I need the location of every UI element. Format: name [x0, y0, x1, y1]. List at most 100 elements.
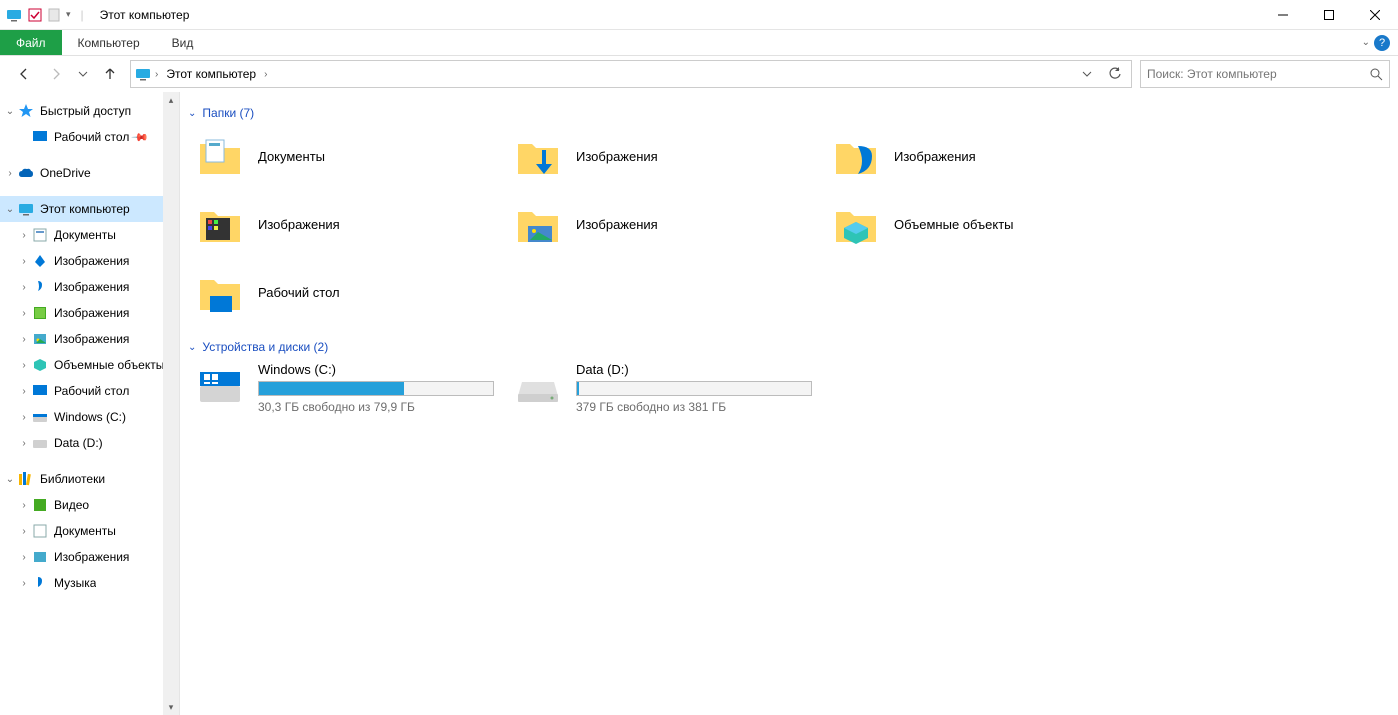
sidebar-thispc-child[interactable]: ›Windows (C:) [0, 404, 179, 430]
scroll-down-icon[interactable]: ▾ [163, 699, 179, 715]
close-button[interactable] [1352, 0, 1398, 30]
star-icon [18, 103, 34, 119]
folder-item[interactable]: Документы [188, 128, 498, 184]
ribbon-expand-icon[interactable]: ⌄ [1362, 37, 1370, 48]
scroll-up-icon[interactable]: ▴ [163, 92, 179, 108]
group-folders-header[interactable]: ⌄ Папки (7) [188, 106, 1398, 120]
drive-status: 379 ГБ свободно из 381 ГБ [576, 400, 812, 414]
chevron-right-icon[interactable]: › [18, 256, 30, 267]
search-input[interactable] [1147, 67, 1369, 81]
drive-name: Data (D:) [576, 362, 812, 377]
sidebar-thispc-child[interactable]: ›Рабочий стол [0, 378, 179, 404]
sidebar-scrollbar[interactable]: ▴ ▾ [163, 92, 179, 715]
chevron-right-icon[interactable]: › [18, 552, 30, 563]
drive-item[interactable]: Windows (C:) 30,3 ГБ свободно из 79,9 ГБ [188, 362, 498, 414]
pin-icon: 📌 [131, 128, 150, 147]
drive-icon [196, 362, 244, 410]
drive-status: 30,3 ГБ свободно из 79,9 ГБ [258, 400, 494, 414]
folder-icon [32, 331, 48, 347]
sidebar-onedrive[interactable]: › OneDrive [0, 160, 179, 186]
minimize-button[interactable] [1260, 0, 1306, 30]
ribbon-tab-computer[interactable]: Компьютер [62, 30, 156, 55]
chevron-right-icon[interactable]: › [18, 308, 30, 319]
breadcrumb-sep-icon[interactable]: › [264, 69, 267, 80]
folder-item[interactable]: Изображения [824, 128, 1134, 184]
chevron-down-icon: ⌄ [188, 342, 196, 353]
chevron-right-icon[interactable]: › [18, 526, 30, 537]
qat-doc-icon[interactable] [48, 8, 60, 22]
drive-name: Windows (C:) [258, 362, 494, 377]
ribbon-tab-view[interactable]: Вид [156, 30, 210, 55]
sidebar-thispc-child[interactable]: ›Data (D:) [0, 430, 179, 456]
chevron-right-icon[interactable]: › [18, 578, 30, 589]
folder-label: Объемные объекты [894, 217, 1014, 232]
sidebar-library-child[interactable]: ›Изображения [0, 544, 179, 570]
folder-item[interactable]: Изображения [506, 196, 816, 252]
help-icon[interactable]: ? [1374, 35, 1390, 51]
sidebar-thispc[interactable]: ⌄ Этот компьютер [0, 196, 179, 222]
folder-item[interactable]: Изображения [506, 128, 816, 184]
chevron-right-icon[interactable]: › [18, 334, 30, 345]
address-dropdown-icon[interactable] [1075, 62, 1099, 86]
library-icon [32, 523, 48, 539]
folder-icon [32, 279, 48, 295]
sidebar-thispc-child[interactable]: ›Изображения [0, 300, 179, 326]
chevron-right-icon[interactable]: › [18, 500, 30, 511]
sidebar-library-child[interactable]: ›Музыка [0, 570, 179, 596]
breadcrumb-root[interactable]: Этот компьютер [162, 67, 260, 81]
folder-large-icon [514, 200, 562, 248]
folder-large-icon [832, 200, 880, 248]
search-icon[interactable] [1369, 67, 1383, 81]
sidebar-library-child[interactable]: ›Документы [0, 518, 179, 544]
drive-icon [514, 362, 562, 410]
chevron-right-icon[interactable]: › [18, 230, 30, 241]
refresh-icon[interactable] [1103, 62, 1127, 86]
breadcrumb-sep-icon[interactable]: › [155, 69, 158, 80]
folder-label: Изображения [258, 217, 340, 232]
chevron-right-icon[interactable]: › [4, 168, 16, 179]
chevron-right-icon[interactable]: › [18, 438, 30, 449]
chevron-right-icon[interactable]: › [18, 282, 30, 293]
sidebar-thispc-child[interactable]: ›Изображения [0, 326, 179, 352]
search-box[interactable] [1140, 60, 1390, 88]
folder-icon [32, 227, 48, 243]
nav-up-button[interactable] [98, 62, 122, 86]
sidebar-libraries[interactable]: ⌄ Библиотеки [0, 466, 179, 492]
sidebar-quickaccess[interactable]: ⌄ Быстрый доступ [0, 98, 179, 124]
chevron-right-icon[interactable]: › [18, 360, 30, 371]
maximize-button[interactable] [1306, 0, 1352, 30]
folder-icon [32, 383, 48, 399]
sidebar-library-child[interactable]: ›Видео [0, 492, 179, 518]
folder-item[interactable]: Изображения [188, 196, 498, 252]
ribbon-tab-file[interactable]: Файл [0, 30, 62, 55]
nav-forward-button[interactable] [44, 62, 68, 86]
sidebar-thispc-child[interactable]: ›Изображения [0, 248, 179, 274]
sidebar-quickaccess-desktop[interactable]: Рабочий стол 📌 [0, 124, 179, 150]
address-bar[interactable]: › Этот компьютер › [130, 60, 1132, 88]
chevron-right-icon[interactable]: › [18, 412, 30, 423]
sidebar-thispc-child[interactable]: ›Изображения [0, 274, 179, 300]
folder-item[interactable]: Объемные объекты [824, 196, 1134, 252]
folder-label: Документы [258, 149, 325, 164]
folder-icon [32, 305, 48, 321]
qat-checkbox-icon[interactable] [28, 8, 42, 22]
chevron-right-icon[interactable]: › [18, 386, 30, 397]
chevron-down-icon[interactable]: ⌄ [4, 474, 16, 485]
sidebar-thispc-child[interactable]: ›Объемные объекты [0, 352, 179, 378]
chevron-down-icon[interactable]: ⌄ [4, 106, 16, 117]
folder-large-icon [514, 132, 562, 180]
folder-icon [32, 435, 48, 451]
drive-item[interactable]: Data (D:) 379 ГБ свободно из 381 ГБ [506, 362, 816, 414]
nav-back-button[interactable] [12, 62, 36, 86]
folder-item[interactable]: Рабочий стол [188, 264, 498, 320]
qat-dropdown-icon[interactable]: ▾ [66, 9, 71, 20]
folder-large-icon [196, 132, 244, 180]
library-icon [32, 549, 48, 565]
nav-recent-dropdown[interactable] [76, 62, 90, 86]
chevron-down-icon[interactable]: ⌄ [4, 204, 16, 215]
sidebar-thispc-child[interactable]: ›Документы [0, 222, 179, 248]
libraries-icon [18, 471, 34, 487]
folder-icon [32, 409, 48, 425]
group-drives-header[interactable]: ⌄ Устройства и диски (2) [188, 340, 1398, 354]
ribbon: Файл Компьютер Вид ⌄ ? [0, 30, 1398, 56]
